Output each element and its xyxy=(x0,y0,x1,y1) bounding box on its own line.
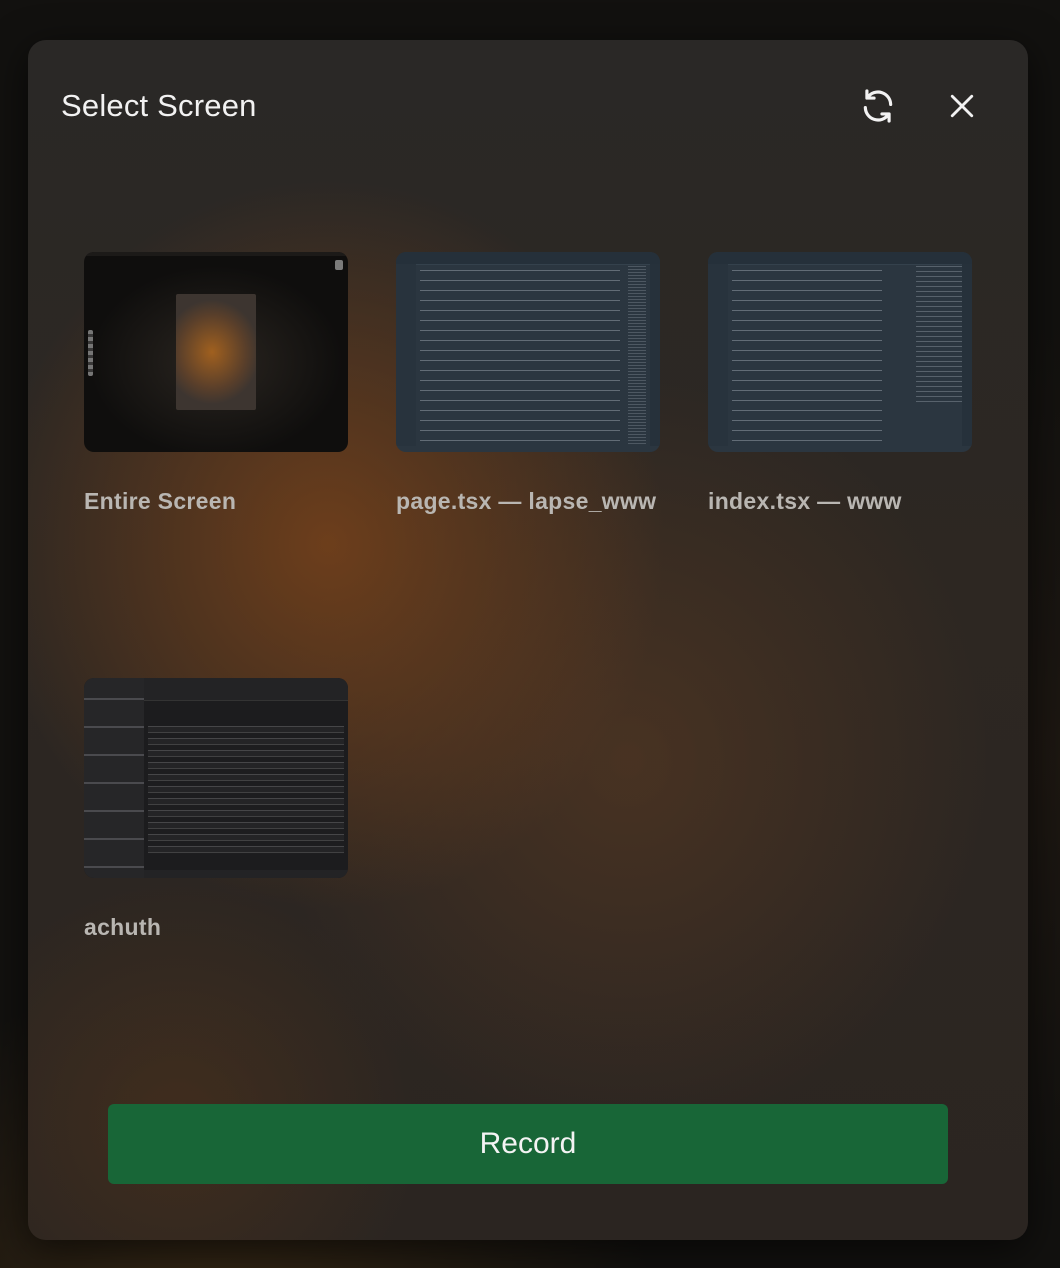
source-card-index-tsx[interactable]: index.tsx — www xyxy=(708,252,972,515)
source-label: index.tsx — www xyxy=(708,488,902,514)
source-card-page-tsx[interactable]: page.tsx — lapse_www xyxy=(396,252,660,515)
select-screen-dialog: Select Screen Entire Screen page.tsx — l… xyxy=(28,40,1028,1240)
source-thumbnail xyxy=(84,252,348,452)
source-thumbnail xyxy=(84,678,348,878)
close-button[interactable] xyxy=(942,86,982,126)
source-label: achuth xyxy=(84,914,162,940)
refresh-button[interactable] xyxy=(858,86,898,126)
source-label: page.tsx — lapse_www xyxy=(396,488,657,514)
source-card-achuth[interactable]: achuth xyxy=(84,678,348,941)
source-card-entire-screen[interactable]: Entire Screen xyxy=(84,252,348,515)
source-thumbnail xyxy=(396,252,660,452)
source-label: Entire Screen xyxy=(84,488,237,514)
source-thumbnail xyxy=(708,252,972,452)
close-icon xyxy=(950,94,974,118)
dialog-title: Select Screen xyxy=(61,88,257,123)
record-button[interactable]: Record xyxy=(108,1104,948,1184)
refresh-icon xyxy=(863,89,893,123)
